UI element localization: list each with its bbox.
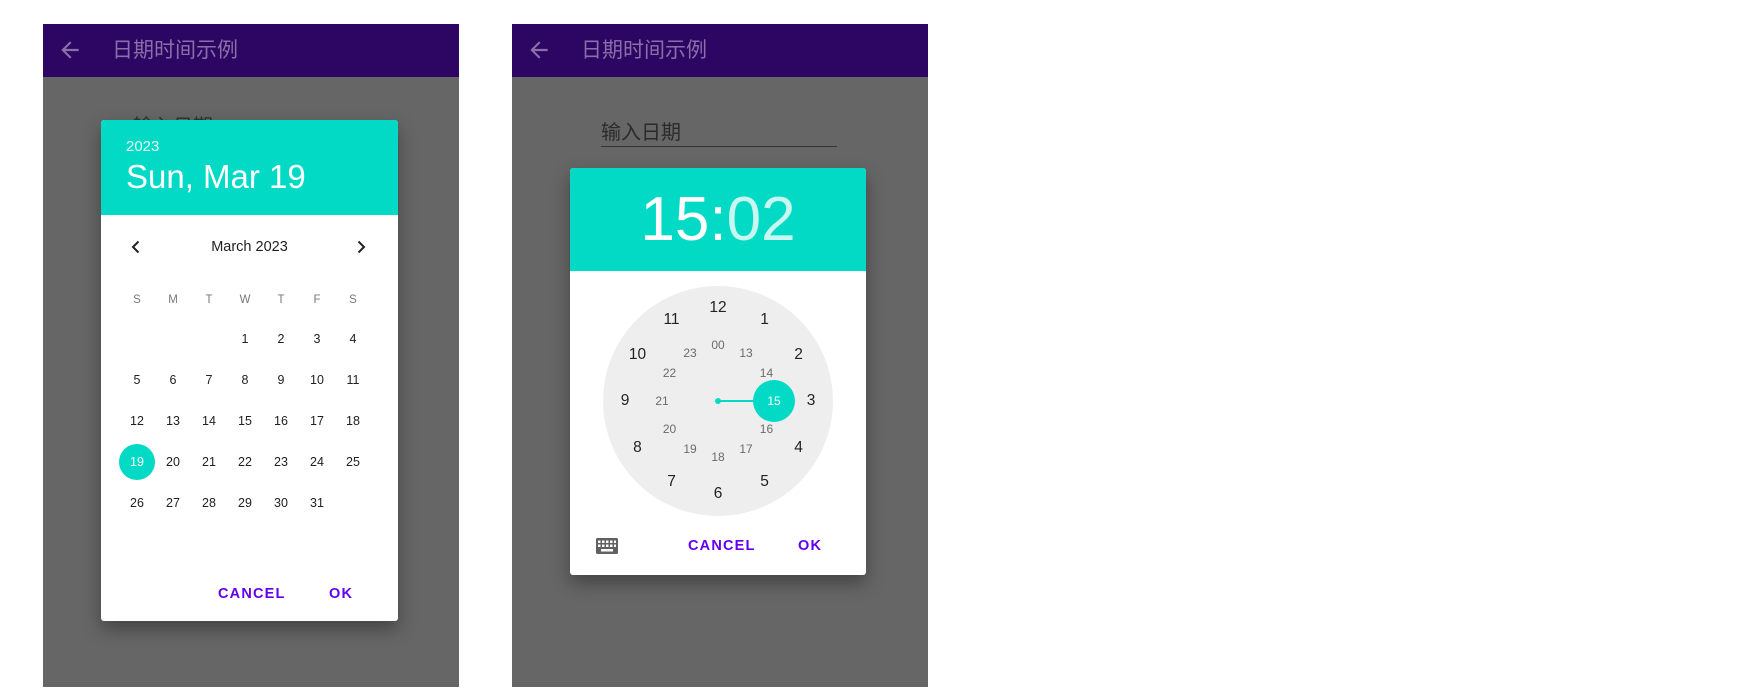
calendar-day[interactable]: 10 (299, 362, 335, 398)
calendar-day[interactable]: 25 (335, 444, 371, 480)
time-picker-screen: 日期时间示例 输入日期 15:02 12 1 2 3 4 5 6 7 8 9 10 11 00 13 14 1… (512, 24, 928, 687)
weekday-header: T (277, 294, 285, 306)
clock-number[interactable]: 16 (751, 419, 781, 439)
app-bar: 日期时间示例 (43, 24, 459, 77)
clock-number[interactable]: 23 (675, 343, 705, 363)
clock-number[interactable]: 5 (750, 472, 780, 492)
clock-face[interactable]: 12 1 2 3 4 5 6 7 8 9 10 11 00 13 14 15 16 17 18 19 20 21 22 23 (603, 286, 833, 516)
weekday-header: M (168, 294, 178, 306)
cancel-button[interactable]: CANCEL (218, 586, 286, 602)
arrow-back-icon[interactable] (57, 37, 83, 63)
date-picker-header: 2023 Sun, Mar 19 (101, 120, 398, 215)
chevron-right-icon[interactable] (353, 239, 369, 255)
calendar-day[interactable]: 14 (191, 403, 227, 439)
clock-number[interactable]: 19 (675, 439, 705, 459)
calendar-day[interactable]: 22 (227, 444, 263, 480)
clock-number[interactable]: 10 (622, 345, 652, 365)
weekday-header: S (133, 294, 141, 306)
app-bar-title: 日期时间示例 (112, 38, 238, 62)
clock-number[interactable]: 6 (703, 484, 733, 504)
hours-display[interactable]: 15 (640, 185, 709, 254)
calendar-day[interactable]: 27 (155, 485, 191, 521)
clock-number[interactable]: 22 (655, 363, 685, 383)
clock-number[interactable]: 15 (759, 391, 789, 411)
date-picker-screen: 日期时间示例 输入日期 2023 Sun, Mar 19 March 2023 … (43, 24, 459, 687)
clock-number[interactable]: 9 (610, 391, 640, 411)
calendar-day[interactable]: 3 (299, 321, 335, 357)
app-bar-title: 日期时间示例 (581, 38, 707, 62)
cancel-button[interactable]: CANCEL (688, 538, 756, 554)
calendar-day[interactable]: 29 (227, 485, 263, 521)
calendar-day[interactable]: 20 (155, 444, 191, 480)
calendar-day[interactable]: 8 (227, 362, 263, 398)
arrow-back-icon[interactable] (526, 37, 552, 63)
clock-number[interactable]: 8 (622, 438, 652, 458)
clock-number[interactable]: 4 (784, 438, 814, 458)
keyboard-icon[interactable] (596, 538, 618, 554)
calendar-day[interactable]: 13 (155, 403, 191, 439)
date-input-label[interactable]: 输入日期 (601, 116, 681, 145)
calendar-day[interactable]: 18 (335, 403, 371, 439)
clock-number[interactable]: 21 (647, 391, 677, 411)
calendar-day[interactable]: 30 (263, 485, 299, 521)
clock-number[interactable]: 00 (703, 335, 733, 355)
calendar-day[interactable]: 12 (119, 403, 155, 439)
weekday-header: F (313, 294, 321, 306)
calendar-day[interactable]: 1 (227, 321, 263, 357)
calendar-day[interactable]: 9 (263, 362, 299, 398)
calendar-day[interactable]: 23 (263, 444, 299, 480)
calendar-day[interactable]: 16 (263, 403, 299, 439)
calendar-day[interactable]: 4 (335, 321, 371, 357)
clock-number[interactable]: 18 (703, 447, 733, 467)
minutes-display[interactable]: 02 (727, 185, 796, 254)
weekday-header: T (205, 294, 213, 306)
clock-number[interactable]: 13 (731, 343, 761, 363)
clock-number[interactable]: 3 (796, 391, 826, 411)
calendar-day[interactable]: 28 (191, 485, 227, 521)
clock-number[interactable]: 1 (750, 310, 780, 330)
calendar-day[interactable]: 24 (299, 444, 335, 480)
ok-button[interactable]: OK (329, 586, 353, 602)
month-navigation: March 2023 (101, 233, 398, 263)
calendar-day-selected[interactable]: 19 (119, 444, 155, 480)
calendar-day[interactable]: 15 (227, 403, 263, 439)
ok-button[interactable]: OK (798, 538, 822, 554)
clock-number[interactable]: 2 (784, 345, 814, 365)
clock-number[interactable]: 14 (751, 363, 781, 383)
calendar-day[interactable]: 6 (155, 362, 191, 398)
time-picker-header: 15:02 (570, 168, 866, 271)
calendar-day[interactable]: 26 (119, 485, 155, 521)
calendar-day[interactable]: 21 (191, 444, 227, 480)
clock-number[interactable]: 11 (657, 310, 687, 330)
date-picker-dialog: 2023 Sun, Mar 19 March 2023 SMTWTFS12345… (101, 120, 398, 621)
app-bar: 日期时间示例 (512, 24, 928, 77)
clock-number[interactable]: 7 (657, 472, 687, 492)
calendar-day[interactable]: 2 (263, 321, 299, 357)
calendar-day[interactable]: 5 (119, 362, 155, 398)
weekday-header: W (239, 294, 251, 306)
clock-number[interactable]: 17 (731, 439, 761, 459)
time-separator: : (709, 185, 727, 254)
calendar-day[interactable]: 17 (299, 403, 335, 439)
selected-year[interactable]: 2023 (126, 138, 159, 155)
calendar-day[interactable]: 7 (191, 362, 227, 398)
calendar-day[interactable]: 11 (335, 362, 371, 398)
selected-date: Sun, Mar 19 (126, 158, 306, 195)
input-underline (601, 146, 837, 147)
clock-number[interactable]: 20 (655, 419, 685, 439)
weekday-header: S (349, 294, 357, 306)
clock-number[interactable]: 12 (703, 298, 733, 318)
calendar-day[interactable]: 31 (299, 485, 335, 521)
time-picker-dialog: 15:02 12 1 2 3 4 5 6 7 8 9 10 11 00 13 14 15 16 17 18 19 20 2… (570, 168, 866, 575)
